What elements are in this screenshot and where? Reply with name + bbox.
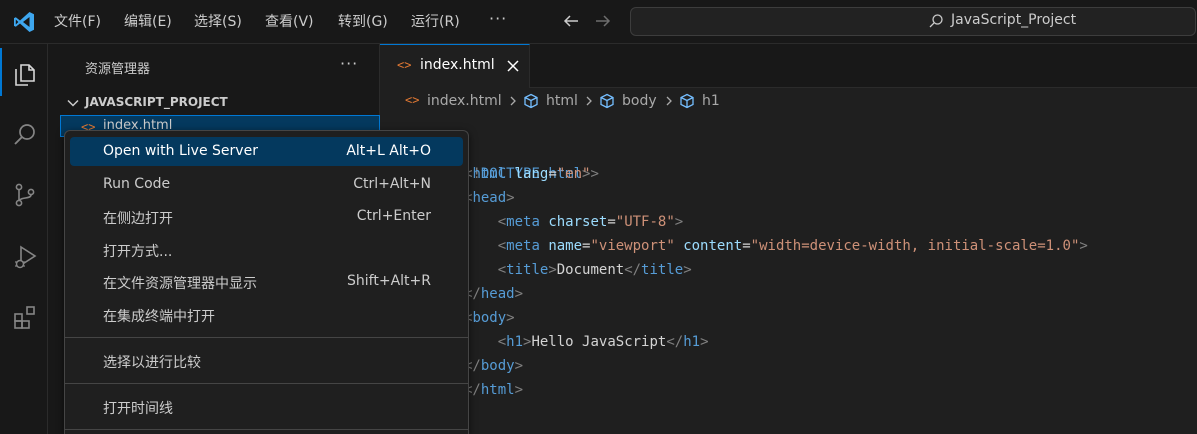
breadcrumb-body[interactable]: body — [622, 93, 657, 109]
menu-item-open-timeline[interactable]: 打开时间线 — [70, 392, 463, 421]
folder-row[interactable]: JAVASCRIPT_PROJECT — [48, 92, 380, 114]
code-line: <title>Document</title> — [380, 234, 1197, 278]
breadcrumb-html[interactable]: html — [546, 93, 578, 109]
sidebar-title: 资源管理器 — [85, 62, 151, 77]
menu-item-shortcut: Shift+Alt+R — [347, 273, 431, 289]
chevron-right-icon — [666, 96, 672, 106]
code-line: 1 <!DOCTYPE html> — [380, 114, 1197, 182]
menu-more-button[interactable]: ··· — [489, 9, 507, 28]
activity-run-debug[interactable] — [0, 232, 48, 280]
activity-search[interactable] — [0, 110, 48, 158]
sidebar-more-button[interactable]: ··· — [340, 54, 358, 73]
menu-item-open-in-integrated-terminal[interactable]: 在集成终端中打开 — [70, 300, 463, 329]
code-line: </head> — [380, 258, 1197, 302]
tab-label: index.html — [420, 57, 495, 73]
menu-item-reveal-in-file-explorer[interactable]: 在文件资源管理器中显示 Shift+Alt+R — [70, 267, 463, 296]
menu-item-shortcut: Alt+L Alt+O — [346, 143, 431, 159]
code-text: </html> — [464, 382, 524, 398]
menu-item-label: 打开方式... — [103, 244, 173, 260]
code-line: <html lang="en"> — [380, 138, 1197, 182]
menu-item-shortcut: Ctrl+Alt+N — [353, 176, 431, 192]
menu-item-open-with-live-server[interactable]: Open with Live Server Alt+L Alt+O — [70, 137, 463, 166]
menu-item-label: 在侧边打开 — [103, 211, 173, 227]
menu-item-label: Run Code — [103, 176, 171, 192]
extensions-icon — [14, 306, 35, 329]
context-menu: Open with Live Server Alt+L Alt+O Run Co… — [64, 130, 469, 434]
code-line: <meta name="viewport" content="width=dev… — [380, 210, 1197, 254]
editor-area: <> index.html <> index.html html body h1… — [380, 44, 1197, 434]
activity-source-control[interactable] — [0, 170, 48, 218]
menu-item-label: 打开时间线 — [103, 401, 173, 417]
folder-name: JAVASCRIPT_PROJECT — [85, 95, 228, 109]
menu-selection[interactable]: 选择(S) — [194, 11, 242, 33]
menu-edit[interactable]: 编辑(E) — [124, 11, 172, 33]
chevron-right-icon — [586, 96, 592, 106]
active-indicator — [0, 48, 2, 96]
menu-separator — [65, 383, 468, 384]
code-line: </body> — [380, 330, 1197, 374]
breadcrumb-file[interactable]: index.html — [427, 93, 502, 109]
menu-item-open-with[interactable]: 打开方式... — [70, 235, 463, 264]
menu-item-label: Open with Live Server — [103, 143, 258, 159]
menu-item-shortcut: Ctrl+Enter — [356, 208, 431, 224]
code-editor[interactable]: 1 <!DOCTYPE html> <html lang="en"> <head… — [380, 114, 1197, 434]
chevron-right-icon — [510, 96, 516, 106]
menu-run[interactable]: 运行(R) — [411, 11, 460, 33]
title-bar: 文件(F) 编辑(E) 选择(S) 查看(V) 转到(G) 运行(R) ··· … — [0, 0, 1197, 44]
arrow-right-icon[interactable] — [594, 12, 612, 30]
explorer-icon — [15, 64, 35, 86]
menu-item-run-code[interactable]: Run Code Ctrl+Alt+N — [70, 170, 463, 199]
code-line: <h1>Hello JavaScript</h1> — [380, 306, 1197, 350]
menu-item-label: 在集成终端中打开 — [103, 309, 215, 325]
search-icon — [929, 14, 943, 28]
cube-icon — [680, 93, 694, 109]
tab-bar: <> index.html — [380, 44, 1197, 88]
menu-item-label: 选择以进行比较 — [103, 355, 201, 371]
chevron-down-icon — [67, 99, 79, 107]
run-debug-icon — [15, 245, 37, 269]
cube-icon — [524, 93, 538, 109]
code-line: </html> — [380, 354, 1197, 398]
activity-extensions[interactable] — [0, 292, 48, 340]
menu-separator — [65, 429, 468, 430]
menu-separator — [65, 337, 468, 338]
close-icon[interactable] — [506, 59, 520, 73]
arrow-left-icon[interactable] — [562, 12, 580, 30]
menu-item-open-to-side[interactable]: 在侧边打开 Ctrl+Enter — [70, 202, 463, 231]
command-center-search[interactable]: JavaScript_Project — [630, 7, 1196, 36]
source-control-icon — [15, 183, 35, 207]
activity-bar — [0, 44, 48, 434]
menu-item-select-for-compare[interactable]: 选择以进行比较 — [70, 346, 463, 375]
cube-icon — [600, 93, 614, 109]
code-line: <head> — [380, 162, 1197, 206]
html-file-icon: <> — [405, 93, 420, 107]
html-file-icon: <> — [397, 58, 412, 72]
search-icon — [14, 124, 35, 145]
command-center-text: JavaScript_Project — [951, 12, 1077, 28]
vscode-logo-icon — [14, 12, 34, 32]
tab-index-html[interactable]: <> index.html — [380, 44, 530, 88]
menu-item-label: 在文件资源管理器中显示 — [103, 276, 257, 292]
breadcrumb: <> index.html html body h1 — [380, 90, 1197, 112]
menu-go[interactable]: 转到(G) — [338, 11, 388, 33]
menu-view[interactable]: 查看(V) — [265, 11, 314, 33]
activity-explorer[interactable] — [0, 48, 48, 96]
code-line: <meta charset="UTF-8"> — [380, 186, 1197, 230]
menu-file[interactable]: 文件(F) — [54, 11, 101, 33]
code-line: <body> — [380, 282, 1197, 326]
breadcrumb-h1[interactable]: h1 — [702, 93, 720, 109]
